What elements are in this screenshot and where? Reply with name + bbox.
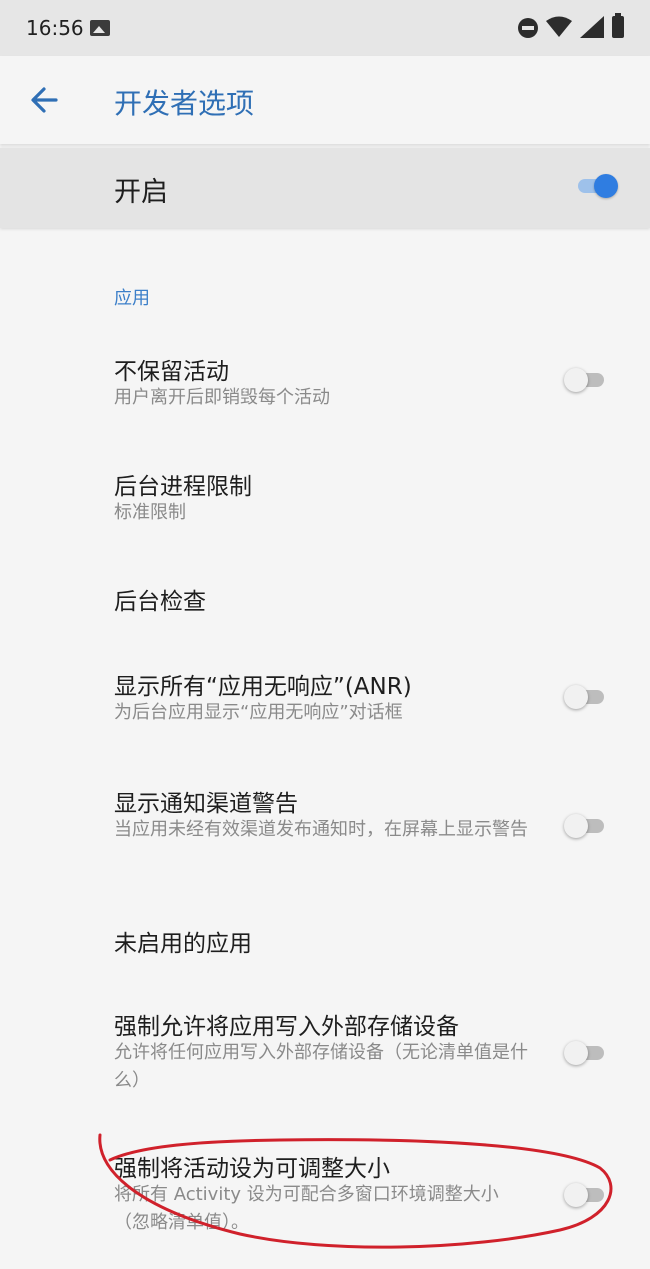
toggle-switch[interactable] (564, 1037, 608, 1069)
toggle-switch[interactable] (564, 810, 608, 842)
toggle-thumb (564, 1041, 588, 1065)
toggle-thumb (564, 368, 588, 392)
master-switch-label: 开启 (114, 177, 168, 208)
battery-icon (612, 13, 624, 38)
status-bar: 16:56 (0, 0, 650, 56)
page-title: 开发者选项 (114, 87, 255, 120)
pref-notification-channel-warnings[interactable]: 显示通知渠道警告 当应用未经有效渠道发布通知时，在屏幕上显示警告 (0, 772, 650, 882)
app-bar: 开发者选项 (0, 56, 650, 144)
master-switch-row[interactable]: 开启 (0, 148, 650, 228)
pref-force-activities-resizable[interactable]: 强制将活动设为可调整大小 将所有 Activity 设为可配合多窗口环境调整大小… (0, 1137, 650, 1247)
pref-title: 后台进程限制 (114, 474, 252, 500)
toggle-switch[interactable] (564, 1179, 608, 1211)
pref-inactive-apps[interactable]: 未启用的应用 (0, 912, 650, 976)
toggle-thumb (564, 685, 588, 709)
pref-title: 后台检查 (114, 589, 206, 615)
pref-background-process-limit[interactable]: 后台进程限制 标准限制 (0, 455, 650, 545)
pref-title: 未启用的应用 (114, 931, 252, 957)
pref-title: 显示通知渠道警告 (114, 791, 298, 817)
wifi-icon (546, 16, 572, 37)
toggle-switch[interactable] (564, 681, 608, 713)
master-toggle[interactable] (574, 170, 618, 202)
image-icon (90, 20, 110, 36)
pref-summary: 标准限制 (114, 502, 186, 523)
pref-force-allow-external-storage[interactable]: 强制允许将应用写入外部存储设备 允许将任何应用写入外部存储设备（无论清单值是什么… (0, 995, 650, 1105)
pref-summary: 用户离开后即销毁每个活动 (114, 387, 330, 408)
do-not-disturb-icon (518, 18, 538, 38)
pref-title: 强制允许将应用写入外部存储设备 (114, 1014, 459, 1040)
pref-summary: 允许将任何应用写入外部存储设备（无论清单值是什么） (114, 1042, 528, 1091)
toggle-thumb (564, 1183, 588, 1207)
toggle-switch[interactable] (564, 364, 608, 396)
pref-title: 不保留活动 (114, 359, 229, 385)
pref-summary: 当应用未经有效渠道发布通知时，在屏幕上显示警告 (114, 819, 528, 840)
back-button[interactable] (22, 80, 70, 120)
pref-summary: 将所有 Activity 设为可配合多窗口环境调整大小（忽略清单值）。 (114, 1184, 499, 1233)
pref-background-check[interactable]: 后台检查 (0, 570, 650, 634)
section-header-apps: 应用 (114, 288, 150, 309)
pref-summary: 为后台应用显示“应用无响应”对话框 (114, 702, 403, 723)
toggle-thumb (594, 174, 618, 198)
pref-title: 显示所有“应用无响应”(ANR) (114, 674, 412, 700)
toggle-thumb (564, 814, 588, 838)
arrow-left-icon (31, 87, 58, 113)
pref-dont-keep-activities[interactable]: 不保留活动 用户离开后即销毁每个活动 (0, 340, 650, 430)
status-time: 16:56 (26, 16, 84, 40)
signal-icon (580, 16, 604, 38)
pref-show-all-anr[interactable]: 显示所有“应用无响应”(ANR) 为后台应用显示“应用无响应”对话框 (0, 655, 650, 745)
pref-title: 强制将活动设为可调整大小 (114, 1156, 390, 1182)
